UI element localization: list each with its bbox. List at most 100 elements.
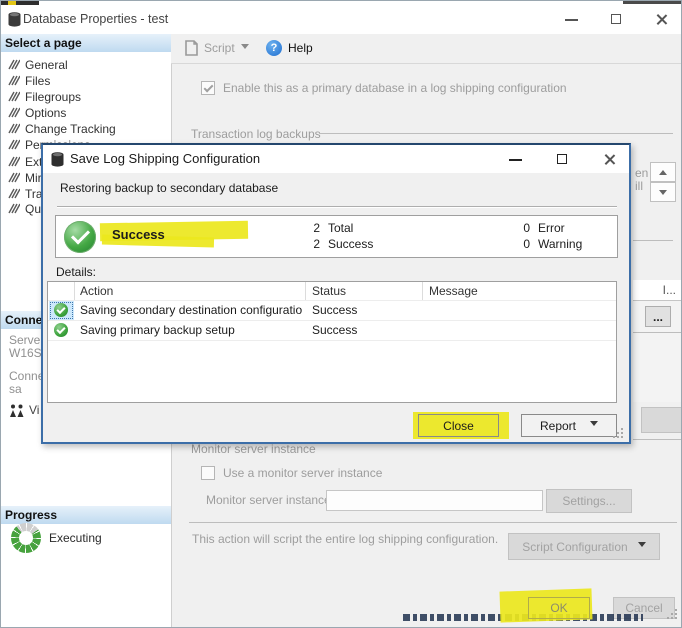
script-config-caret-icon: [637, 542, 646, 551]
page-icon: [8, 91, 20, 102]
modal-resize-grip[interactable]: [613, 436, 615, 438]
modal-close-button[interactable]: [591, 145, 627, 173]
connection-value: sa: [9, 382, 22, 396]
minimize-button[interactable]: [551, 5, 593, 34]
group-line-fragment2: [633, 439, 681, 440]
sidebar-item-mirroring[interactable]: Mirr: [7, 170, 46, 185]
group-line: [319, 133, 673, 134]
page-icon: [8, 172, 20, 183]
page-icon: [8, 188, 20, 199]
text-fragment-en: en: [635, 166, 649, 180]
text-fragment-ill: ill: [635, 179, 643, 193]
help-button[interactable]: ? Help: [266, 40, 313, 56]
sidebar-item-files[interactable]: Files: [7, 73, 50, 88]
maximize-icon: [557, 154, 567, 164]
report-dropdown-caret-icon: [590, 421, 599, 430]
modal-title: Save Log Shipping Configuration: [70, 151, 261, 166]
minimize-icon: [509, 159, 522, 161]
grid-column-header[interactable]: I...: [633, 280, 681, 301]
database-icon: [51, 152, 64, 167]
row-success-icon: [54, 323, 68, 337]
use-monitor-label: Use a monitor server instance: [223, 466, 383, 480]
modal-separator: [57, 206, 617, 208]
view-connection-properties[interactable]: Vi: [9, 403, 39, 417]
database-icon: [8, 12, 21, 27]
down-arrow-icon: [659, 189, 667, 199]
select-a-page-header: Select a page: [1, 34, 171, 52]
script-button[interactable]: Script: [183, 40, 249, 56]
modal-titlebar: Save Log Shipping Configuration: [43, 145, 629, 173]
page-icon: [8, 107, 20, 118]
warning-label: Warning: [538, 237, 583, 251]
page-icon: [8, 75, 20, 86]
page-icon: [8, 203, 20, 214]
page-icon: [8, 156, 20, 167]
success-check-icon: [64, 221, 96, 253]
maximize-button[interactable]: [596, 5, 638, 34]
separator-line: [189, 522, 677, 523]
window-title: Database Properties - test: [23, 12, 169, 26]
sidebar-item-filegroups[interactable]: Filegroups: [7, 89, 81, 104]
success-label: Success: [328, 237, 374, 251]
close-icon: [655, 13, 668, 26]
spin-down-button[interactable]: [650, 182, 676, 202]
close-icon: [603, 153, 616, 166]
row-success-icon: [54, 303, 68, 317]
sidebar-item-general[interactable]: General: [7, 57, 68, 72]
close-button[interactable]: [641, 5, 681, 34]
monitor-group-label: Monitor server instance: [191, 442, 316, 456]
column-header-action[interactable]: Action: [80, 282, 113, 300]
success-count: 2: [313, 237, 320, 251]
window-resize-grip[interactable]: [667, 617, 669, 619]
grid-fragment: I... ...: [633, 280, 681, 402]
script-note: This action will script the entire log s…: [192, 532, 499, 546]
modal-close-action-button[interactable]: Close: [418, 414, 499, 437]
column-divider: [305, 282, 306, 300]
error-label: Error: [538, 221, 565, 235]
report-button[interactable]: Report: [521, 414, 617, 437]
sidebar-item-options[interactable]: Options: [7, 105, 66, 120]
ok-button[interactable]: OK: [528, 597, 590, 619]
window-titlebar: Database Properties - test: [1, 5, 681, 35]
progress-status: Executing: [49, 531, 102, 545]
settings-button[interactable]: Settings...: [546, 489, 632, 513]
spin-up-button[interactable]: [650, 162, 676, 182]
enable-primary-checkbox[interactable]: [201, 81, 215, 95]
sidebar-item-change-tracking[interactable]: Change Tracking: [7, 121, 116, 136]
page-icon: [8, 139, 20, 150]
warning-count: 0: [523, 237, 530, 251]
use-monitor-checkbox[interactable]: [201, 466, 215, 480]
details-label: Details:: [56, 265, 97, 279]
transaction-log-backups-group-label: Transaction log backups: [191, 127, 321, 141]
dialog-toolbar: Script ? Help: [171, 34, 681, 64]
minimize-icon: [565, 19, 578, 21]
grid-row-line: [633, 332, 681, 333]
enable-primary-label: Enable this as a primary database in a l…: [223, 81, 567, 95]
help-icon: ?: [266, 40, 282, 56]
total-label: Total: [328, 221, 354, 235]
browse-ellipsis-button[interactable]: ...: [645, 306, 671, 327]
people-icon: [10, 404, 24, 417]
script-dropdown-caret[interactable]: [240, 43, 249, 53]
up-arrow-icon: [659, 166, 667, 175]
column-divider: [422, 282, 423, 300]
page-icon: [8, 59, 20, 70]
details-table: Action Status Message Saving secondary d…: [47, 281, 617, 403]
modal-message: Restoring backup to secondary database: [60, 181, 279, 195]
progress-spinner-icon: [11, 523, 41, 553]
status-panel: Success 2 Total 2 Success 0 Error 0 Warn…: [55, 215, 618, 258]
script-configuration-button[interactable]: Script Configuration: [508, 533, 660, 560]
total-count: 2: [313, 221, 320, 235]
save-log-shipping-modal: Save Log Shipping Configuration Restorin…: [41, 143, 631, 444]
monitor-instance-input[interactable]: [326, 490, 543, 511]
error-count: 0: [523, 221, 530, 235]
modal-maximize-button[interactable]: [545, 145, 581, 173]
column-header-message[interactable]: Message: [429, 282, 478, 300]
partial-hidden-button[interactable]: [641, 407, 681, 433]
maximize-icon: [611, 14, 621, 24]
modal-minimize-button[interactable]: [498, 145, 534, 173]
group-line-fragment: [633, 240, 673, 241]
column-header-status[interactable]: Status: [312, 282, 346, 300]
row-divider: [48, 340, 616, 341]
progress-header: Progress: [1, 506, 171, 524]
